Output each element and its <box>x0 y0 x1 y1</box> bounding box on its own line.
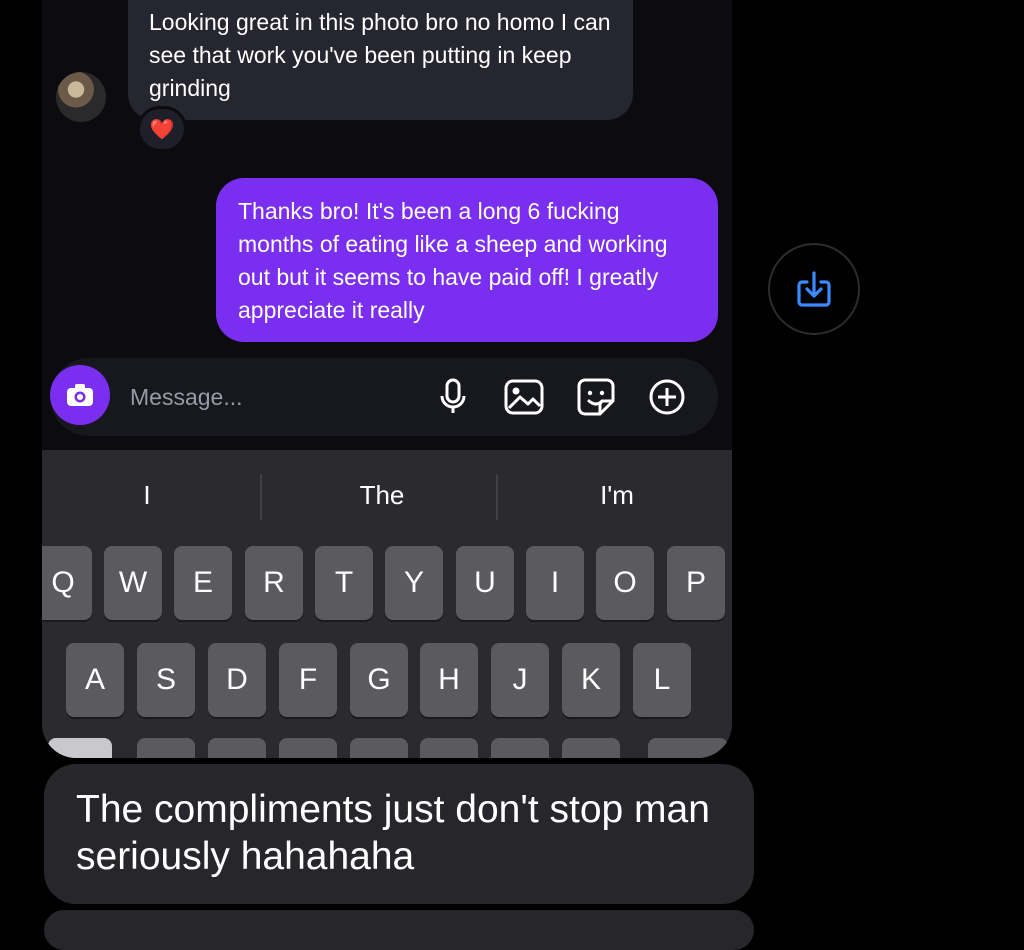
incoming-message-text: Looking great in this photo bro no homo … <box>149 9 611 101</box>
suggestion-2[interactable]: The <box>332 480 432 514</box>
key-g[interactable]: G <box>350 643 408 717</box>
microphone-icon <box>440 378 466 413</box>
keyboard: I The I'm Q W E R T Y U I O P A S D F G … <box>42 450 732 758</box>
key-h[interactable]: H <box>420 643 478 717</box>
key-c[interactable] <box>279 738 337 758</box>
key-y[interactable]: Y <box>385 546 443 620</box>
incoming-message-bubble[interactable]: Looking great in this photo bro no homo … <box>128 0 633 120</box>
camera-icon <box>67 384 93 406</box>
sticker-icon <box>577 378 615 416</box>
outgoing-message-text: Thanks bro! It's been a long 6 fucking m… <box>238 198 668 323</box>
caption-text: The compliments just don't stop man seri… <box>76 788 710 878</box>
key-m[interactable] <box>562 738 620 758</box>
key-o[interactable]: O <box>596 546 654 620</box>
key-q[interactable]: Q <box>42 546 92 620</box>
save-download-icon <box>797 271 831 307</box>
key-s[interactable]: S <box>137 643 195 717</box>
backspace-key[interactable] <box>648 738 728 758</box>
suggestion-1[interactable]: I <box>102 480 192 514</box>
suggestion-3[interactable]: I'm <box>567 480 667 514</box>
image-icon <box>504 379 544 415</box>
message-input[interactable] <box>128 380 412 414</box>
microphone-button[interactable] <box>433 377 473 417</box>
shift-key[interactable] <box>48 738 112 758</box>
save-button[interactable] <box>768 243 860 335</box>
message-composer <box>50 358 718 436</box>
key-t[interactable]: T <box>315 546 373 620</box>
heart-reaction[interactable]: ❤️ <box>137 106 187 152</box>
key-u[interactable]: U <box>456 546 514 620</box>
heart-icon: ❤️ <box>149 118 175 141</box>
key-a[interactable]: A <box>66 643 124 717</box>
key-x[interactable] <box>208 738 266 758</box>
key-e[interactable]: E <box>174 546 232 620</box>
key-z[interactable] <box>137 738 195 758</box>
key-d[interactable]: D <box>208 643 266 717</box>
key-v[interactable] <box>350 738 408 758</box>
key-n[interactable] <box>491 738 549 758</box>
key-i[interactable]: I <box>526 546 584 620</box>
outgoing-message-bubble[interactable]: Thanks bro! It's been a long 6 fucking m… <box>216 178 718 342</box>
key-j[interactable]: J <box>491 643 549 717</box>
camera-button[interactable] <box>50 365 110 425</box>
key-r[interactable]: R <box>245 546 303 620</box>
plus-icon <box>649 379 685 415</box>
key-w[interactable]: W <box>104 546 162 620</box>
key-k[interactable]: K <box>562 643 620 717</box>
key-b[interactable] <box>420 738 478 758</box>
gallery-button[interactable] <box>504 377 544 417</box>
suggestion-divider <box>496 474 498 520</box>
key-p[interactable]: P <box>667 546 725 620</box>
sticker-button[interactable] <box>576 377 616 417</box>
next-caption-bubble <box>44 910 754 950</box>
add-button[interactable] <box>647 377 687 417</box>
chat-screen: Looking great in this photo bro no homo … <box>42 0 732 758</box>
avatar[interactable] <box>56 72 106 122</box>
key-f[interactable]: F <box>279 643 337 717</box>
caption-bubble: The compliments just don't stop man seri… <box>44 764 754 904</box>
key-l[interactable]: L <box>633 643 691 717</box>
suggestion-divider <box>260 474 262 520</box>
